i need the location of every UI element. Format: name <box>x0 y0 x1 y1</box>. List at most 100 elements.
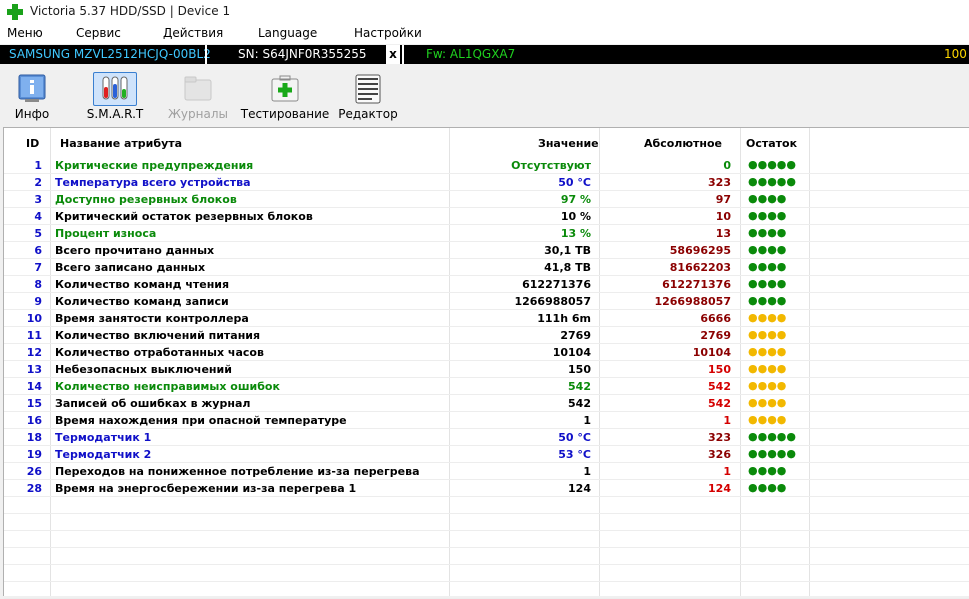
row-divider <box>4 530 969 531</box>
table-row[interactable]: 7 Всего записано данных 41,8 TB 81662203 ●●●… <box>4 259 969 276</box>
device-firmware: Fw: AL1QGXA7 <box>426 47 516 61</box>
attribute-remain-dots: ●●●● <box>748 481 787 494</box>
device-model[interactable]: SAMSUNG MZVL2512HCJQ-00BL2 <box>9 47 211 61</box>
menu-language[interactable]: Language <box>258 26 317 40</box>
toolbar-testing-button[interactable]: Тестирование <box>241 70 329 124</box>
attribute-name: Количество отработанных часов <box>55 346 264 359</box>
menu-service[interactable]: Сервис <box>76 26 121 40</box>
attribute-id: 4 <box>34 210 42 223</box>
attribute-name: Термодатчик 2 <box>55 448 152 461</box>
table-row[interactable]: 26 Переходов на пониженное потребление из… <box>4 463 969 480</box>
attribute-raw: 0 <box>723 159 731 172</box>
header-remain[interactable]: Остаток <box>746 137 797 150</box>
attribute-raw: 13 <box>715 227 731 240</box>
attribute-value: 41,8 TB <box>544 261 591 274</box>
toolbar-info-button[interactable]: Инфо <box>0 70 64 124</box>
table-row[interactable]: 15 Записей об ошибках в журнал 542 542 ●●●● <box>4 395 969 412</box>
table-row[interactable]: 1 Критические предупреждения Отсутствуют 0 ●… <box>4 157 969 174</box>
attribute-remain-dots: ●●●● <box>748 192 787 205</box>
row-divider <box>4 547 969 548</box>
attribute-raw: 10 <box>715 210 731 223</box>
header-value[interactable]: Значение <box>538 137 599 150</box>
attribute-raw: 150 <box>708 363 731 376</box>
attribute-id: 10 <box>26 312 42 325</box>
table-row[interactable]: 10 Время занятости контроллера 111h 6m 6666… <box>4 310 969 327</box>
header-name[interactable]: Название атрибута <box>60 137 182 150</box>
table-row[interactable]: 3 Доступно резервных блоков 97 % 97 ●●●● <box>4 191 969 208</box>
attribute-remain-dots: ●●●● <box>748 277 787 290</box>
attribute-remain-dots: ●●●● <box>748 294 787 307</box>
attribute-raw: 6666 <box>700 312 731 325</box>
attribute-id: 11 <box>26 329 42 342</box>
table-row[interactable]: 18 Термодатчик 1 50 °C 323 ●●●●● <box>4 429 969 446</box>
attribute-raw: 97 <box>715 193 731 206</box>
attribute-raw: 323 <box>708 176 731 189</box>
table-row[interactable]: 13 Небезопасных выключений 150 150 ●●●● <box>4 361 969 378</box>
device-extra-value: 100 <box>944 47 967 61</box>
attribute-id: 1 <box>34 159 42 172</box>
table-row[interactable]: 16 Время нахождения при опасной температу… <box>4 412 969 429</box>
header-raw[interactable]: Абсолютное <box>644 137 722 150</box>
attribute-raw: 612271376 <box>662 278 731 291</box>
attribute-remain-dots: ●●●● <box>748 226 787 239</box>
table-row[interactable]: 12 Количество отработанных часов 10104 1010… <box>4 344 969 361</box>
table-row[interactable]: 6 Всего прочитано данных 30,1 TB 58696295 ●●… <box>4 242 969 259</box>
menu-main[interactable]: Меню <box>7 26 43 40</box>
attribute-value: 124 <box>568 482 591 495</box>
attribute-value: 10 % <box>560 210 591 223</box>
table-row[interactable]: 19 Термодатчик 2 53 °C 326 ●●●●● <box>4 446 969 463</box>
attribute-id: 14 <box>26 380 42 393</box>
attribute-name: Количество команд записи <box>55 295 229 308</box>
attribute-remain-dots: ●●●● <box>748 379 787 392</box>
attribute-value: 50 °C <box>558 176 591 189</box>
title-bar: Victoria 5.37 HDD/SSD | Device 1 <box>0 0 969 24</box>
attribute-raw: 1266988057 <box>654 295 731 308</box>
attribute-raw: 542 <box>708 397 731 410</box>
toolbar-editor-button[interactable]: Редактор <box>336 70 400 124</box>
attribute-value: 1266988057 <box>514 295 591 308</box>
attribute-remain-dots: ●●●●● <box>748 430 796 443</box>
attribute-remain-dots: ●●●● <box>748 209 787 222</box>
device-close-button[interactable]: x <box>386 45 400 64</box>
menu-actions[interactable]: Действия <box>163 26 223 40</box>
attribute-raw: 124 <box>708 482 731 495</box>
attribute-remain-dots: ●●●● <box>748 396 787 409</box>
attribute-name: Количество неисправимых ошибок <box>55 380 280 393</box>
table-row[interactable]: 8 Количество команд чтения 612271376 612271… <box>4 276 969 293</box>
attribute-raw: 1 <box>723 414 731 427</box>
toolbar-logs-button[interactable]: Журналы <box>166 70 230 124</box>
smart-tubes-icon <box>93 72 137 106</box>
attribute-name: Записей об ошибках в журнал <box>55 397 251 410</box>
attribute-id: 5 <box>34 227 42 240</box>
table-row[interactable]: 2 Температура всего устройства 50 °C 323 ●●●… <box>4 174 969 191</box>
attribute-id: 2 <box>34 176 42 189</box>
attribute-value: 97 % <box>560 193 591 206</box>
attribute-raw: 10104 <box>692 346 731 359</box>
smart-table[interactable]: ID Название атрибута Значение Абсолютное… <box>3 127 969 599</box>
table-row[interactable]: 14 Количество неисправимых ошибок 542 542 ●●… <box>4 378 969 395</box>
attribute-id: 6 <box>34 244 42 257</box>
attribute-value: 111h 6m <box>537 312 591 325</box>
attribute-value: 10104 <box>552 346 591 359</box>
attribute-name: Критические предупреждения <box>55 159 254 172</box>
attribute-raw: 542 <box>708 380 731 393</box>
attribute-value: 30,1 TB <box>544 244 591 257</box>
device-serial: SN: S64JNF0R355255 <box>238 47 367 61</box>
menu-bar: Меню Сервис Действия Language Настройки <box>0 24 969 44</box>
attribute-name: Время занятости контроллера <box>55 312 249 325</box>
table-row[interactable]: 9 Количество команд записи 1266988057 12669… <box>4 293 969 310</box>
table-row[interactable]: 28 Время на энергосбережении из-за перегр… <box>4 480 969 497</box>
attribute-remain-dots: ●●●● <box>748 464 787 477</box>
attribute-raw: 81662203 <box>669 261 731 274</box>
attribute-remain-dots: ●●●● <box>748 260 787 273</box>
table-row[interactable]: 11 Количество включений питания 2769 2769 ●●… <box>4 327 969 344</box>
table-row[interactable]: 4 Критический остаток резервных блоков 10 … <box>4 208 969 225</box>
header-id[interactable]: ID <box>26 137 39 150</box>
table-row[interactable]: 5 Процент износа 13 % 13 ●●●● <box>4 225 969 242</box>
attribute-value: 13 % <box>560 227 591 240</box>
attribute-value: 53 °C <box>558 448 591 461</box>
menu-settings[interactable]: Настройки <box>354 26 422 40</box>
row-divider <box>4 513 969 514</box>
toolbar-smart-button[interactable]: S.M.A.R.T <box>83 70 147 124</box>
attribute-name: Критический остаток резервных блоков <box>55 210 313 223</box>
